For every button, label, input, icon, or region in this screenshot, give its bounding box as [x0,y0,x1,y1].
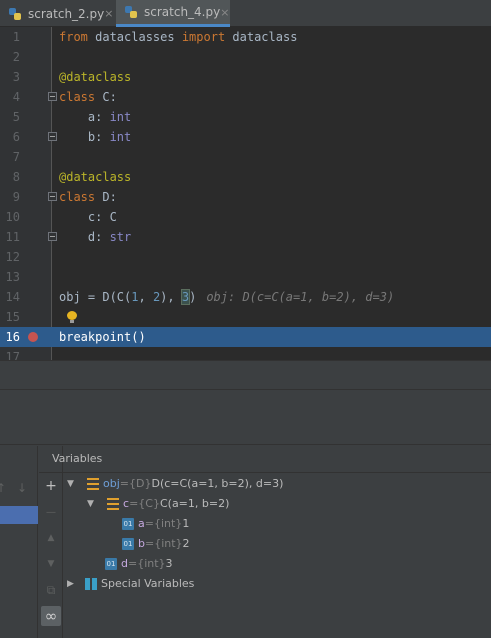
remove-watch-button[interactable]: — [41,502,61,522]
move-up-button[interactable]: ▲ [41,528,61,548]
line-number: 4 [12,90,20,104]
divider [39,472,491,473]
tree-row-a[interactable]: 01 a = {int} 1 [122,514,189,534]
editor-tab-bar: scratch_2.py × scratch_4.py × [0,0,491,27]
code-text: d: str [59,230,132,244]
primitive-value-icon: 01 [105,558,117,570]
line-number: 12 [5,250,20,264]
code-text: from dataclasses import dataclass [59,30,298,44]
code-text: class C: [59,90,117,104]
fold-icon[interactable] [48,232,57,241]
code-line[interactable]: 11 d: str [0,227,491,247]
code-text: b: int [59,130,132,144]
line-number: 16 [0,327,20,347]
code-line[interactable]: 14 obj = D(C(1, 2), 3) obj: D(c=C(a=1, b=… [0,287,491,307]
tab-label: scratch_4.py [144,5,221,19]
line-number: 3 [12,70,20,84]
tab-scratch-2[interactable]: scratch_2.py × [0,0,113,27]
code-line[interactable]: 6 b: int [0,127,491,147]
copy-button[interactable]: ⧉ [41,580,61,600]
tree-row-obj[interactable]: ▼ obj = {D} D(c=C(a=1, b=2), d=3) [67,474,283,494]
line-number: 15 [5,310,20,324]
code-editor[interactable]: 1 from dataclasses import dataclass 2 3 … [0,27,491,360]
code-line[interactable]: 10 c: C [0,207,491,227]
python-file-icon [124,5,138,19]
object-icon [87,478,99,490]
special-variables-icon [85,578,97,590]
code-line[interactable]: 12 [0,247,491,267]
code-line[interactable]: 4 class C: [0,87,491,107]
line-number: 10 [5,210,20,224]
code-line[interactable]: 8 @dataclass [0,167,491,187]
line-number: 2 [12,50,20,64]
code-line[interactable]: 9 class D: [0,187,491,207]
primitive-value-icon: 01 [122,538,134,550]
variables-toolbar: + — ▲ ▼ ⧉ ∞ [39,446,63,638]
fold-icon[interactable] [48,132,57,141]
expand-arrow-icon[interactable]: ▼ [67,474,79,494]
fold-icon[interactable] [48,192,57,201]
debug-tool-window-header [0,360,491,390]
code-text: @dataclass [59,70,132,84]
primitive-value-icon: 01 [122,518,134,530]
move-down-button[interactable]: ▼ [41,554,61,574]
tree-row-special-variables[interactable]: ▶ Special Variables [67,574,194,594]
line-number: 14 [5,290,20,304]
line-number: 13 [5,270,20,284]
inline-debug-value: obj: D(c=C(a=1, b=2), d=3) [206,290,395,304]
expand-arrow-icon[interactable]: ▶ [67,574,79,594]
line-number: 5 [12,110,20,124]
line-number: 11 [5,230,20,244]
code-text: c: C [59,210,117,224]
python-file-icon [8,7,22,21]
line-number: 7 [12,150,20,164]
show-watches-toggle[interactable]: ∞ [41,606,61,626]
code-line[interactable]: 3 @dataclass [0,67,491,87]
selected-frame[interactable] [0,506,38,524]
fold-icon[interactable] [48,92,57,101]
code-line[interactable]: 5 a: int [0,107,491,127]
code-line[interactable]: 1 from dataclasses import dataclass [0,27,491,47]
frame-up-icon[interactable]: ↑ [0,481,6,495]
code-text: a: int [59,110,132,124]
code-text: breakpoint() [59,330,146,344]
code-text: class D: [59,190,117,204]
line-number: 6 [12,130,20,144]
tree-row-b[interactable]: 01 b = {int} 2 [122,534,190,554]
code-line[interactable]: 7 [0,147,491,167]
code-text: @dataclass [59,170,132,184]
breakpoint-icon[interactable] [28,332,38,342]
variables-title: Variables [52,452,103,465]
tab-label: scratch_2.py [28,6,105,21]
frames-panel[interactable]: ↑ ↓ [0,446,38,638]
debug-toolbar [0,390,491,445]
line-number: 8 [12,170,20,184]
tree-row-d[interactable]: 01 d = {int} 3 [105,554,173,574]
code-line-current[interactable]: 16 breakpoint() [0,327,491,347]
close-icon[interactable]: × [104,7,113,20]
tab-scratch-4[interactable]: scratch_4.py × [116,0,230,27]
add-watch-button[interactable]: + [41,476,61,496]
line-number: 9 [12,190,20,204]
code-line[interactable]: 13 [0,267,491,287]
code-line[interactable]: 2 [0,47,491,67]
code-line[interactable]: 15 [0,307,491,327]
line-number: 1 [12,30,20,44]
line-number: 17 [5,350,20,360]
frame-down-icon[interactable]: ↓ [17,481,27,495]
object-icon [107,498,119,510]
frame-navigation: ↑ ↓ [0,481,38,497]
lightbulb-icon[interactable] [67,311,77,323]
close-icon[interactable]: × [220,6,229,19]
expand-arrow-icon[interactable]: ▼ [87,494,99,514]
code-text: obj = D(C(1, 2), 3) obj: D(c=C(a=1, b=2),… [59,289,395,305]
tree-row-c[interactable]: ▼ c = {C} C(a=1, b=2) [87,494,229,514]
code-line[interactable]: 17 [0,347,491,360]
